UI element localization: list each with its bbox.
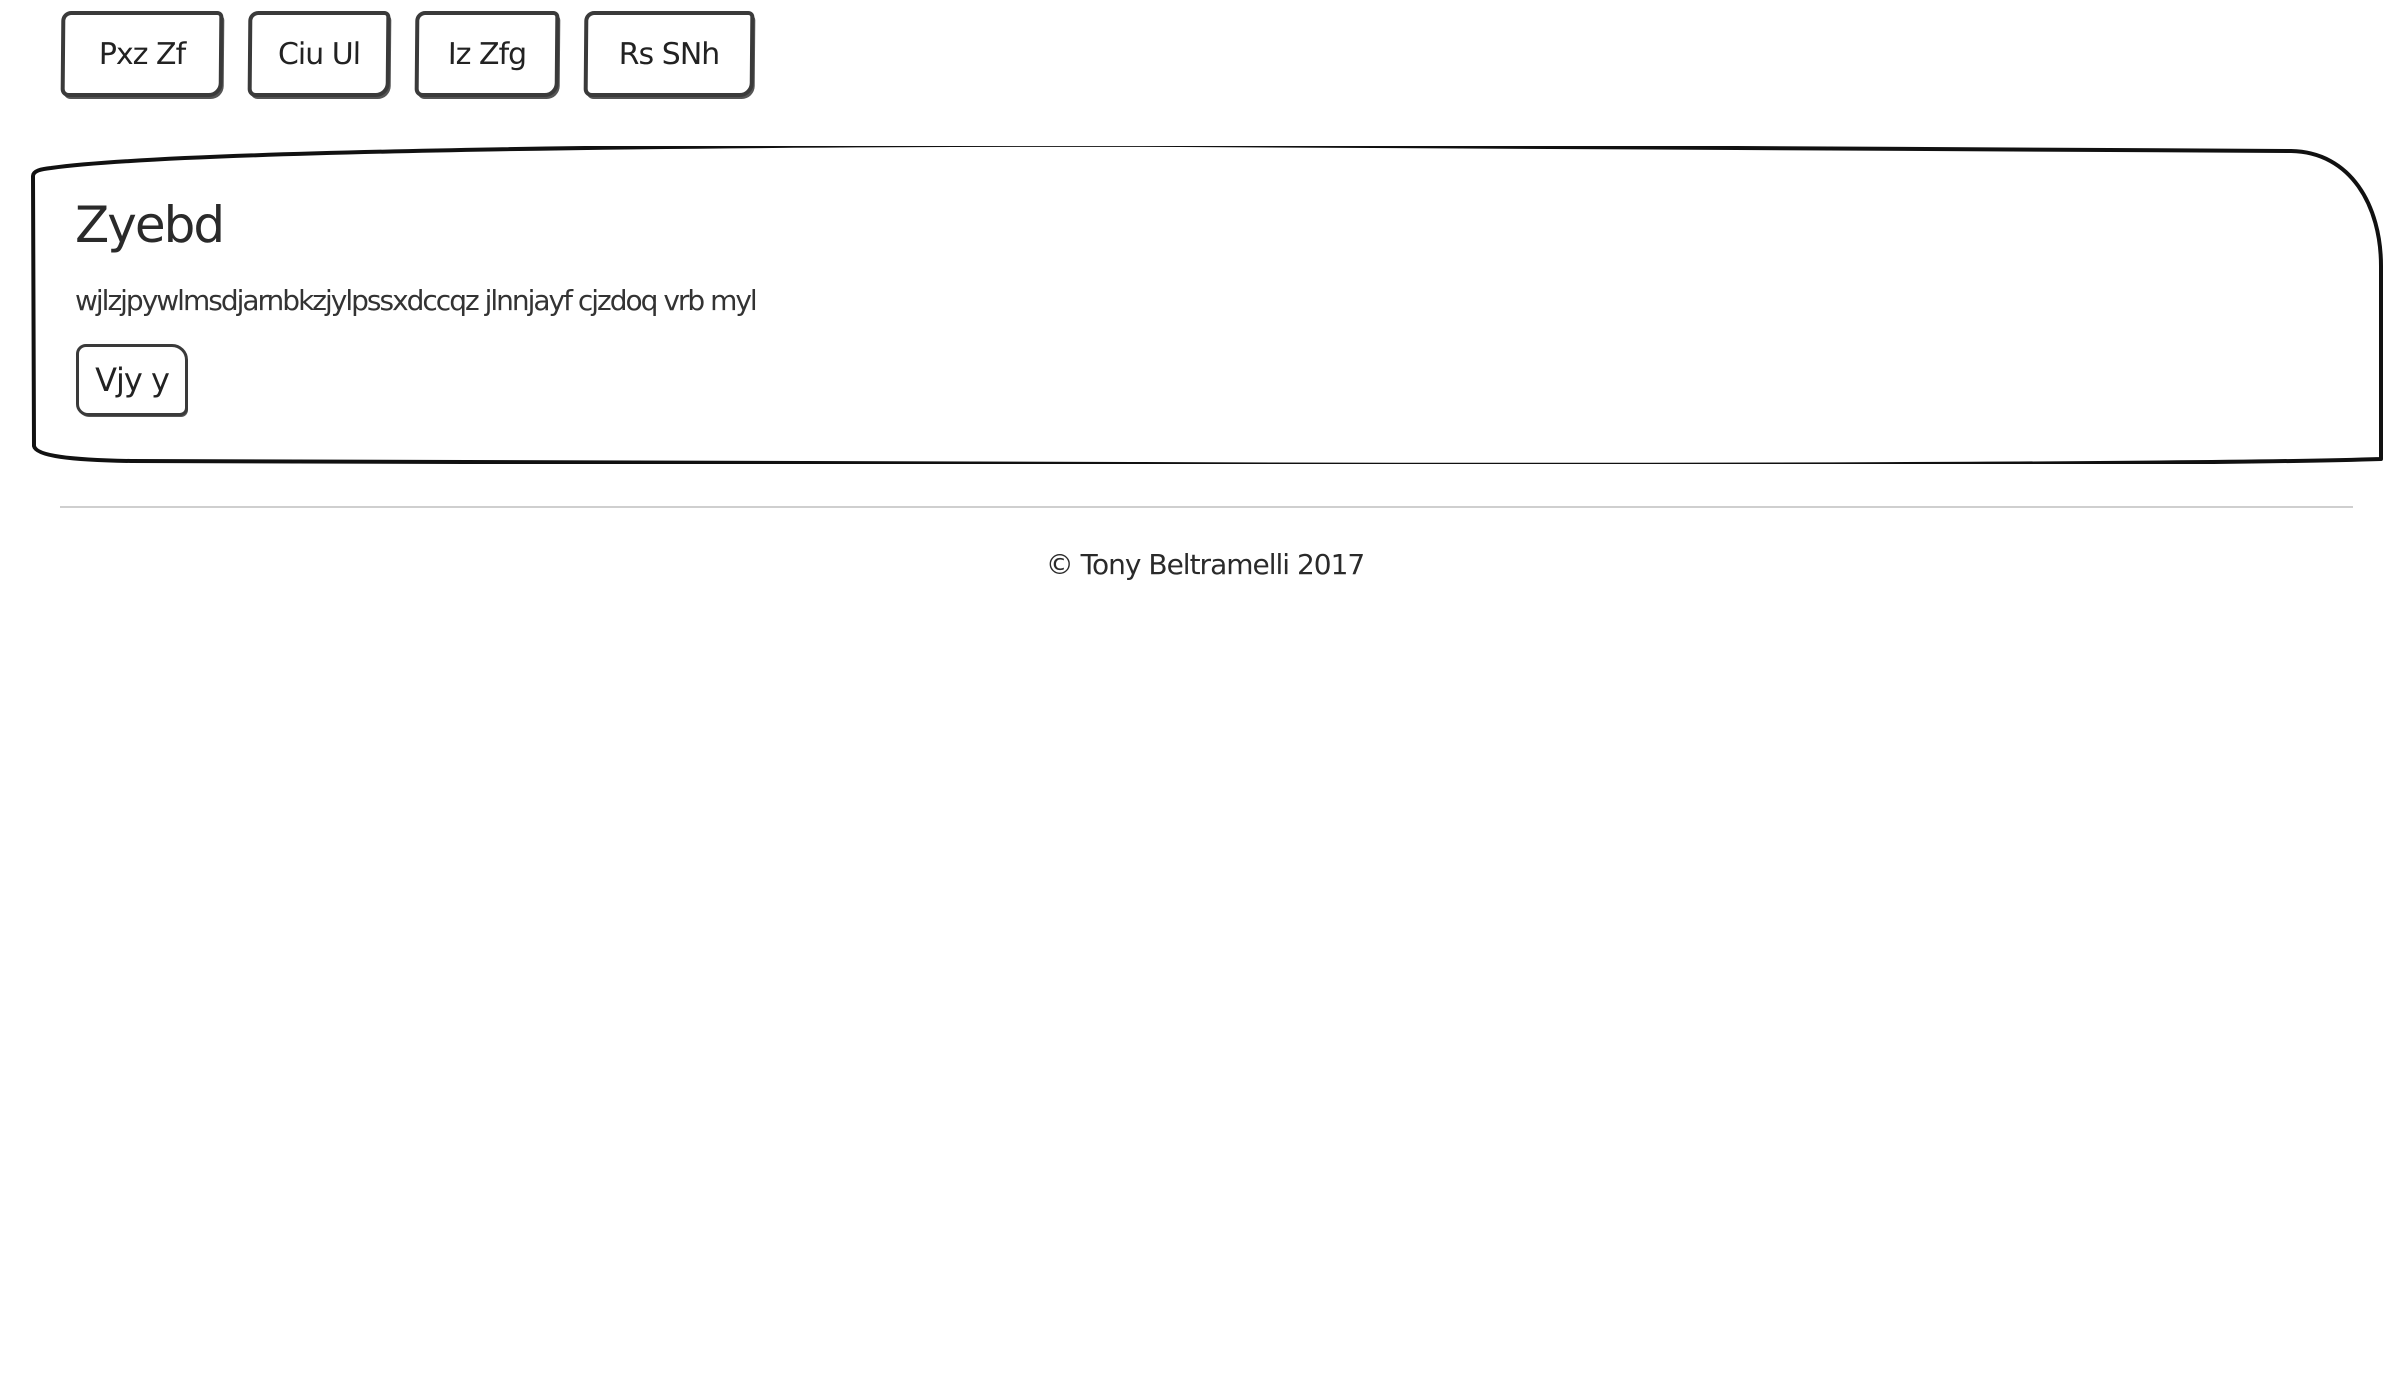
jumbotron-button-label: Vjy y bbox=[95, 361, 170, 399]
copyright-text: © Tony Beltramelli 2017 bbox=[1045, 548, 1365, 581]
nav-button-3[interactable]: Iz Zfg bbox=[414, 11, 560, 97]
nav-button-label: Iz Zfg bbox=[447, 36, 527, 72]
jumbotron: Zyebd wjlzjpywlmsdjarnbkzjylpssxdccqz jl… bbox=[31, 146, 2383, 464]
nav-button-label: Ciu Ul bbox=[277, 36, 361, 72]
nav-button-label: Rs SNh bbox=[618, 36, 720, 72]
nav-button-2[interactable]: Ciu Ul bbox=[247, 11, 391, 97]
nav-button-1[interactable]: Pxz Zf bbox=[60, 11, 224, 97]
jumbotron-title: Zyebd bbox=[75, 196, 225, 254]
jumbotron-button[interactable]: Vjy y bbox=[76, 344, 188, 416]
nav-button-4[interactable]: Rs SNh bbox=[583, 11, 755, 97]
jumbotron-text: wjlzjpywlmsdjarnbkzjylpssxdccqz jlnnjayf… bbox=[75, 284, 758, 317]
footer: © Tony Beltramelli 2017 bbox=[0, 548, 2400, 581]
footer-divider bbox=[60, 506, 2353, 508]
page: Pxz Zf Ciu Ul Iz Zfg Rs SNh Zyebd wjlzjp… bbox=[0, 0, 2400, 1380]
nav-button-label: Pxz Zf bbox=[98, 36, 186, 72]
